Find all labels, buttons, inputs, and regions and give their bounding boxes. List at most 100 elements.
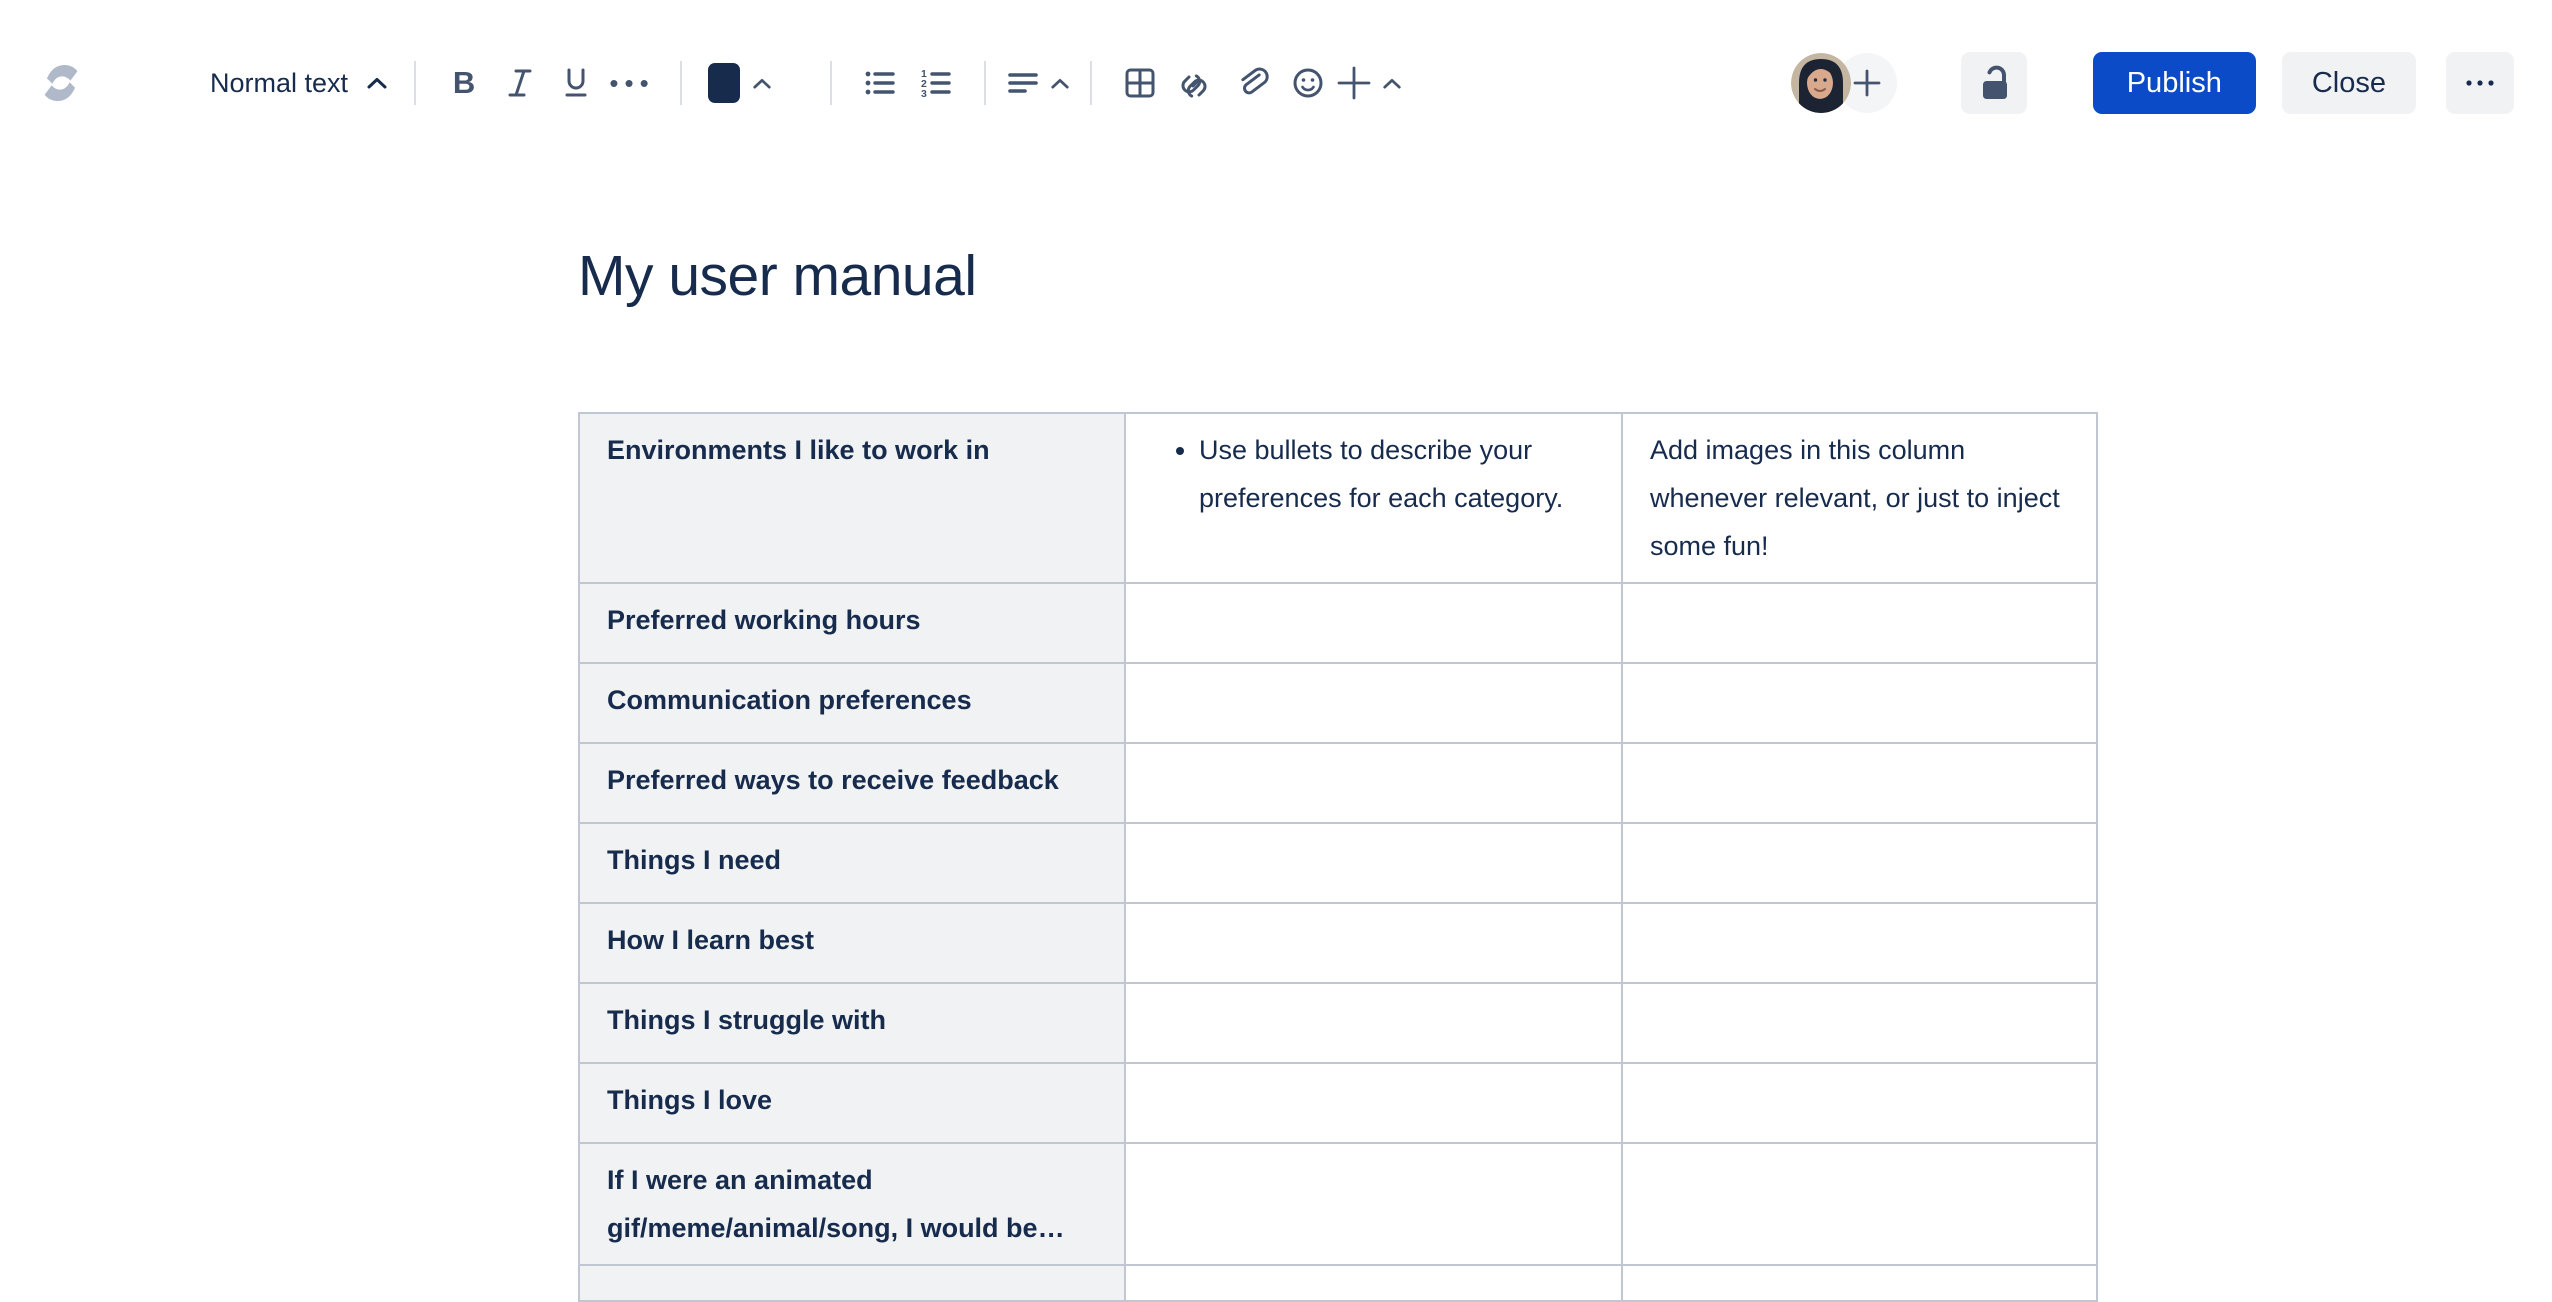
bold-icon: B [452, 65, 476, 100]
insert-link-button[interactable] [1168, 55, 1224, 111]
text-color-swatch-icon [708, 63, 741, 103]
table-cell[interactable] [1621, 742, 2098, 824]
italic-button[interactable] [492, 55, 548, 111]
align-left-icon [1008, 73, 1038, 93]
avatar-photo [1790, 53, 1851, 113]
emoji-icon [1293, 68, 1323, 98]
underline-icon [565, 68, 587, 97]
table-cell[interactable]: Add images in this column whenever relev… [1621, 412, 2098, 584]
table-cell[interactable] [1124, 1142, 1623, 1266]
table-cell[interactable] [1124, 902, 1623, 984]
table-cell[interactable] [1124, 822, 1623, 904]
table-cell[interactable] [1621, 1264, 2098, 1302]
insert-table-button[interactable] [1112, 55, 1168, 111]
chevron-up-icon [367, 78, 387, 89]
editor-actions: Publish Close [1790, 52, 2514, 114]
confluence-logo-icon [44, 64, 78, 102]
editor-toolbar: Normal text B ••• 1 2 3 Publish Close [0, 0, 2552, 166]
toolbar-divider [830, 61, 833, 105]
insert-emoji-button[interactable] [1280, 55, 1336, 111]
toolbar-divider [414, 61, 417, 105]
chevron-up-icon [1051, 78, 1069, 88]
attach-file-button[interactable] [1224, 55, 1280, 111]
svg-text:3: 3 [921, 88, 927, 100]
chevron-up-icon [753, 78, 771, 88]
table-row: Preferred ways to receive feedback [578, 742, 2098, 824]
more-actions-icon [2466, 80, 2494, 86]
table-cell-category[interactable]: Things I struggle with [578, 982, 1126, 1064]
bullet-item[interactable]: Use bullets to describe your preferences… [1199, 426, 1594, 522]
more-formatting-button[interactable]: ••• [604, 55, 660, 111]
toolbar-divider [1090, 61, 1093, 105]
publish-button[interactable]: Publish [2092, 52, 2256, 114]
bold-button[interactable]: B [436, 55, 492, 111]
text-style-label: Normal text [210, 67, 349, 98]
insert-more-button[interactable] [1336, 55, 1402, 111]
table-row [578, 1264, 2098, 1302]
text-color-button[interactable] [702, 55, 778, 111]
table-cell-category[interactable]: If I were an animated gif/meme/animal/so… [578, 1142, 1126, 1266]
table-cell[interactable] [1621, 902, 2098, 984]
table-cell[interactable] [1124, 1264, 1623, 1302]
page-editor: My user manual Environments I like to wo… [578, 240, 2098, 1302]
table-cell[interactable] [1621, 1062, 2098, 1144]
restrictions-button[interactable] [1960, 52, 2027, 114]
toolbar-divider [680, 61, 683, 105]
numbered-list-icon: 1 2 3 [921, 68, 951, 100]
table-row: Communication preferences [578, 662, 2098, 744]
bullet-list-button[interactable] [852, 55, 908, 111]
table-cell[interactable] [1124, 662, 1623, 744]
bullet-list: Use bullets to describe your preferences… [1153, 426, 1594, 522]
numbered-list-button[interactable]: 1 2 3 [908, 55, 964, 111]
toolbar-divider [984, 61, 987, 105]
italic-icon [508, 69, 532, 97]
table-row: Things I love [578, 1062, 2098, 1144]
table-cell[interactable] [1621, 982, 2098, 1064]
more-actions-button[interactable] [2446, 52, 2514, 114]
table-cell[interactable] [1124, 742, 1623, 824]
table-cell[interactable] [1621, 822, 2098, 904]
table-cell-category[interactable]: Environments I like to work in [578, 412, 1126, 584]
table-row: Things I struggle with [578, 982, 2098, 1064]
publish-label: Publish [2126, 66, 2222, 99]
table-cell-category[interactable]: Preferred working hours [578, 582, 1126, 664]
table-cell-category[interactable]: Things I need [578, 822, 1126, 904]
attachment-icon [1241, 67, 1269, 95]
table-row: If I were an animated gif/meme/animal/so… [578, 1142, 2098, 1266]
user-manual-table: Environments I like to work in Use bulle… [578, 412, 2098, 1302]
table-row: Environments I like to work in Use bulle… [578, 412, 2098, 584]
table-cell-category[interactable]: Preferred ways to receive feedback [578, 742, 1126, 824]
plus-icon [1337, 66, 1371, 100]
table-icon [1125, 68, 1155, 98]
table-cell-category[interactable] [578, 1264, 1126, 1302]
page-title[interactable]: My user manual [578, 240, 2096, 312]
close-button[interactable]: Close [2281, 52, 2416, 114]
table-cell[interactable] [1124, 582, 1623, 664]
more-formatting-icon: ••• [609, 68, 655, 98]
table-row: How I learn best [578, 902, 2098, 984]
table-cell-category[interactable]: Things I love [578, 1062, 1126, 1144]
collaborators [1790, 53, 1897, 113]
table-cell[interactable] [1621, 662, 2098, 744]
close-label: Close [2311, 66, 2386, 99]
table-cell[interactable] [1124, 1062, 1623, 1144]
user-avatar[interactable] [1790, 53, 1851, 113]
table-cell-category[interactable]: How I learn best [578, 902, 1126, 984]
bullet-list-icon [865, 71, 895, 95]
chevron-up-icon [1383, 78, 1401, 88]
table-cell[interactable]: Use bullets to describe your preferences… [1124, 412, 1623, 584]
text-style-dropdown[interactable]: Normal text [204, 55, 394, 111]
table-row: Preferred working hours [578, 582, 2098, 664]
table-cell[interactable] [1124, 982, 1623, 1064]
alignment-button[interactable] [1006, 55, 1070, 111]
formatting-toolbar: Normal text B ••• 1 2 3 [204, 55, 1402, 111]
table-cell[interactable] [1621, 582, 2098, 664]
table-row: Things I need [578, 822, 2098, 904]
link-icon [1181, 74, 1207, 98]
unlock-icon [1982, 65, 2007, 99]
table-cell-category[interactable]: Communication preferences [578, 662, 1126, 744]
table-cell[interactable] [1621, 1142, 2098, 1266]
cell-text[interactable]: Add images in this column whenever relev… [1650, 426, 2069, 570]
underline-button[interactable] [548, 55, 604, 111]
plus-icon [1853, 69, 1881, 97]
